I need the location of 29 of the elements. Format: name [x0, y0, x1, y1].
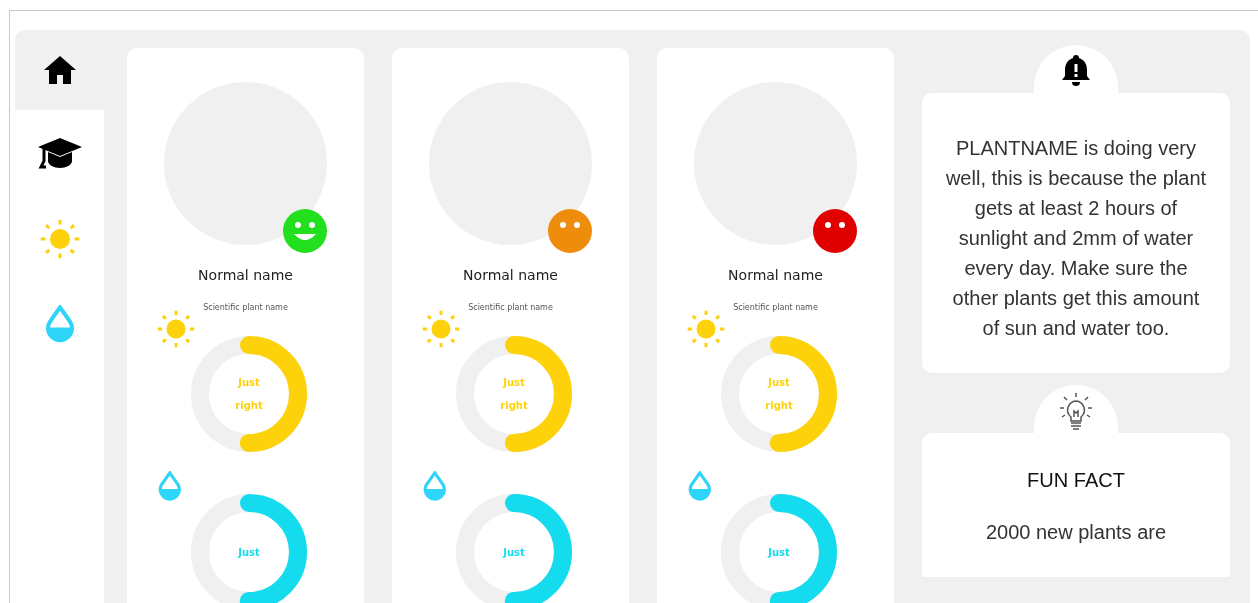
scientific-name: Scientific plant name: [203, 303, 288, 312]
plant-name: Normal name: [728, 267, 823, 283]
gauge-label: Just: [238, 546, 260, 558]
light-bulb-icon: [1059, 392, 1093, 430]
gauge-label: Just: [238, 377, 260, 388]
card-title: FUN FACT: [1026, 468, 1126, 493]
bell-icon: [1062, 54, 1090, 88]
water-drop-icon: [422, 471, 448, 503]
gauge-label: right: [500, 400, 528, 411]
sun-icon: [157, 310, 195, 348]
gauge-label: Just: [503, 377, 525, 388]
plant-name: Normal name: [463, 267, 558, 283]
gauge-label: Just: [503, 546, 525, 558]
sun-icon: [39, 219, 80, 259]
water-drop-icon: [43, 305, 76, 345]
gauge-label: right: [765, 400, 793, 411]
scientific-name: Scientific plant name: [733, 303, 818, 312]
gauge-label: right: [235, 400, 263, 411]
sun-icon: [422, 310, 460, 348]
home-icon: [42, 55, 77, 85]
water-drop-icon: [157, 471, 183, 503]
card-text: 2000 new plants are: [985, 521, 1167, 543]
scientific-name: Scientific plant name: [468, 303, 553, 312]
plant-name: Normal name: [198, 267, 293, 283]
sun-icon: [687, 310, 725, 348]
gauge-label: Just: [768, 546, 790, 558]
gauge-label: Just: [768, 377, 790, 388]
card-text: PLANTNAME is doing very well, this is because the plant gets at least 2 hours of sunlight and 2mm of water every day. Make sure the other plants get this amount of sun and water too.: [945, 137, 1207, 339]
water-drop-icon: [687, 471, 713, 503]
